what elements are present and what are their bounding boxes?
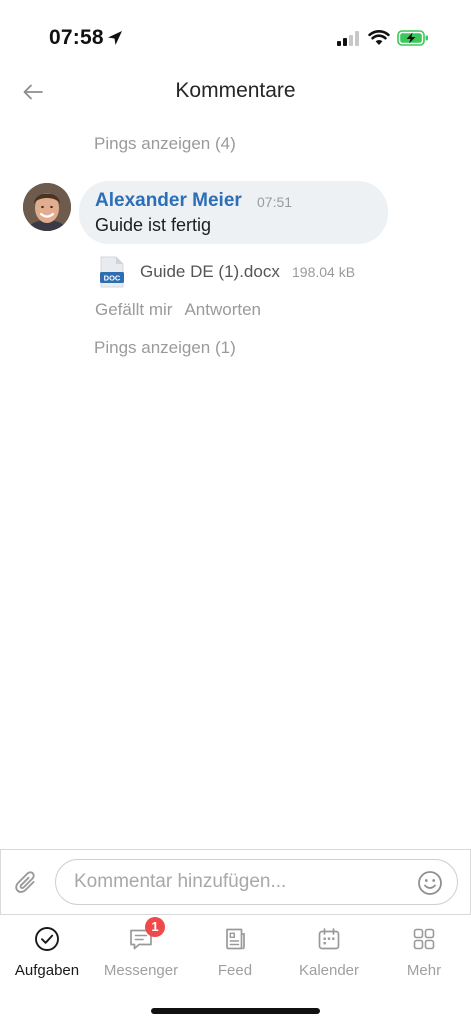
tab-aufgaben[interactable]: Aufgaben (0, 915, 94, 987)
tab-label: Mehr (406, 962, 442, 979)
attachment-size: 198.04 kB (292, 264, 356, 280)
comment-composer (0, 849, 471, 915)
comment-input-wrapper (55, 859, 458, 905)
comment-input[interactable] (74, 860, 414, 904)
grid-icon (413, 928, 435, 950)
reply-button[interactable]: Antworten (184, 300, 261, 319)
cellular-signal-icon (337, 31, 359, 46)
battery-charging-icon (397, 30, 428, 46)
tab-label: Kalender (298, 962, 360, 979)
paperclip-icon[interactable] (13, 869, 41, 897)
attachment-name[interactable]: Guide DE (1).docx (140, 262, 280, 282)
wifi-icon (368, 30, 390, 45)
like-button[interactable]: Gefällt mir (95, 300, 172, 319)
unread-badge: 1 (145, 917, 165, 937)
checkmark-circle-icon (35, 927, 59, 951)
status-bar: 07:58 (0, 0, 471, 70)
status-time: 07:58 (49, 26, 104, 49)
smiley-icon[interactable] (417, 870, 443, 896)
comment-bubble: Alexander Meier 07:51 Guide ist fertig (79, 181, 388, 244)
comment-author[interactable]: Alexander Meier (95, 190, 242, 212)
tab-label: Aufgaben (14, 962, 80, 979)
avatar-image (23, 183, 71, 231)
location-arrow-icon (108, 31, 122, 45)
tab-mehr[interactable]: Mehr (377, 915, 471, 987)
doc-file-icon: DOC (100, 256, 124, 288)
comment-actions: Gefällt mir Antworten (95, 300, 261, 320)
comments-screen: 07:58 Kommentare Pings anzeigen (4) Alex… (0, 0, 471, 1024)
show-pings-link[interactable]: Pings anzeigen (1) (94, 338, 236, 358)
tab-messenger[interactable]: 1 Messenger (94, 915, 188, 987)
show-pings-link[interactable]: Pings anzeigen (4) (94, 134, 236, 154)
feed-icon (226, 928, 245, 950)
tab-feed[interactable]: Feed (188, 915, 282, 987)
avatar[interactable] (23, 183, 71, 231)
tab-label: Feed (217, 962, 253, 979)
home-indicator (151, 1008, 320, 1014)
header: Kommentare (0, 70, 471, 114)
page-title: Kommentare (175, 79, 296, 102)
calendar-icon (318, 928, 340, 950)
svg-text:DOC: DOC (104, 274, 121, 283)
attachment-file[interactable]: DOC Guide DE (1).docx 198.04 kB (98, 256, 378, 288)
comment-text: Guide ist fertig (95, 215, 212, 235)
tab-label: Messenger (103, 962, 179, 979)
tab-bar: Aufgaben 1 Messenger Feed Kalender Mehr (0, 915, 471, 995)
comment-time: 07:51 (257, 194, 293, 210)
tab-kalender[interactable]: Kalender (282, 915, 376, 987)
